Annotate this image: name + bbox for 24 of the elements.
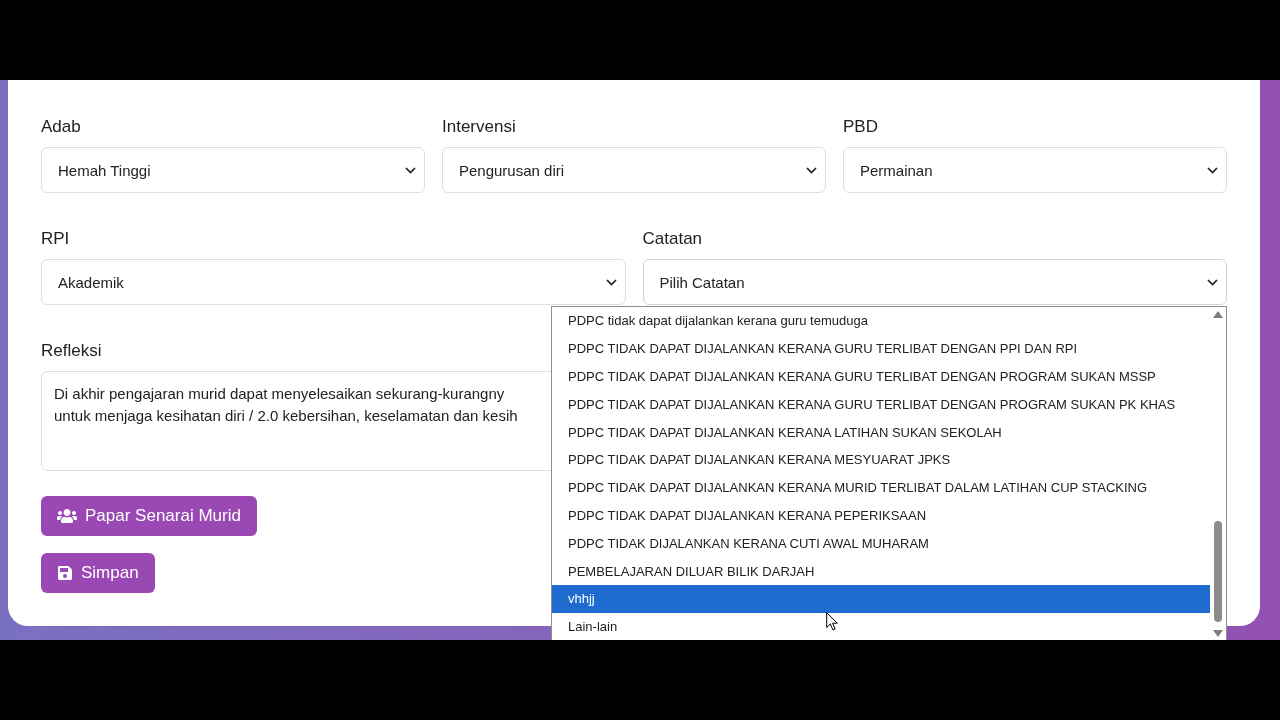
select-field[interactable]: Pengurusan diri <box>442 147 826 193</box>
chevron-down-icon <box>1207 166 1218 174</box>
field-label: PBD <box>843 116 878 138</box>
field-label: Intervensi <box>442 116 516 138</box>
chevron-down-icon <box>1207 278 1218 286</box>
scroll-down-arrow-icon[interactable] <box>1213 630 1223 637</box>
select-field[interactable]: Hemah Tinggi <box>41 147 425 193</box>
field-label: RPI <box>41 228 70 250</box>
student-list-button[interactable]: Papar Senarai Murid <box>41 496 257 536</box>
scrollbar-thumb[interactable] <box>1214 521 1222 622</box>
select-field[interactable]: Pilih Catatan <box>642 259 1227 305</box>
chevron-down-icon <box>605 278 617 286</box>
select-field[interactable]: Akademik <box>41 259 626 305</box>
field-label: Adab <box>41 116 81 138</box>
scroll-up-arrow-icon[interactable] <box>1213 311 1223 318</box>
chevron-down-icon <box>405 166 416 174</box>
mouse-pointer-icon <box>826 612 838 631</box>
chevron-down-icon <box>806 166 817 174</box>
select-field[interactable]: Permainan <box>843 147 1227 193</box>
save-button[interactable]: Simpan <box>41 553 155 593</box>
users-icon <box>57 506 77 526</box>
field-label: Catatan <box>642 228 703 250</box>
dropdown-option[interactable]: vhhjj <box>552 584 1210 613</box>
field-label: Refleksi <box>41 340 102 362</box>
